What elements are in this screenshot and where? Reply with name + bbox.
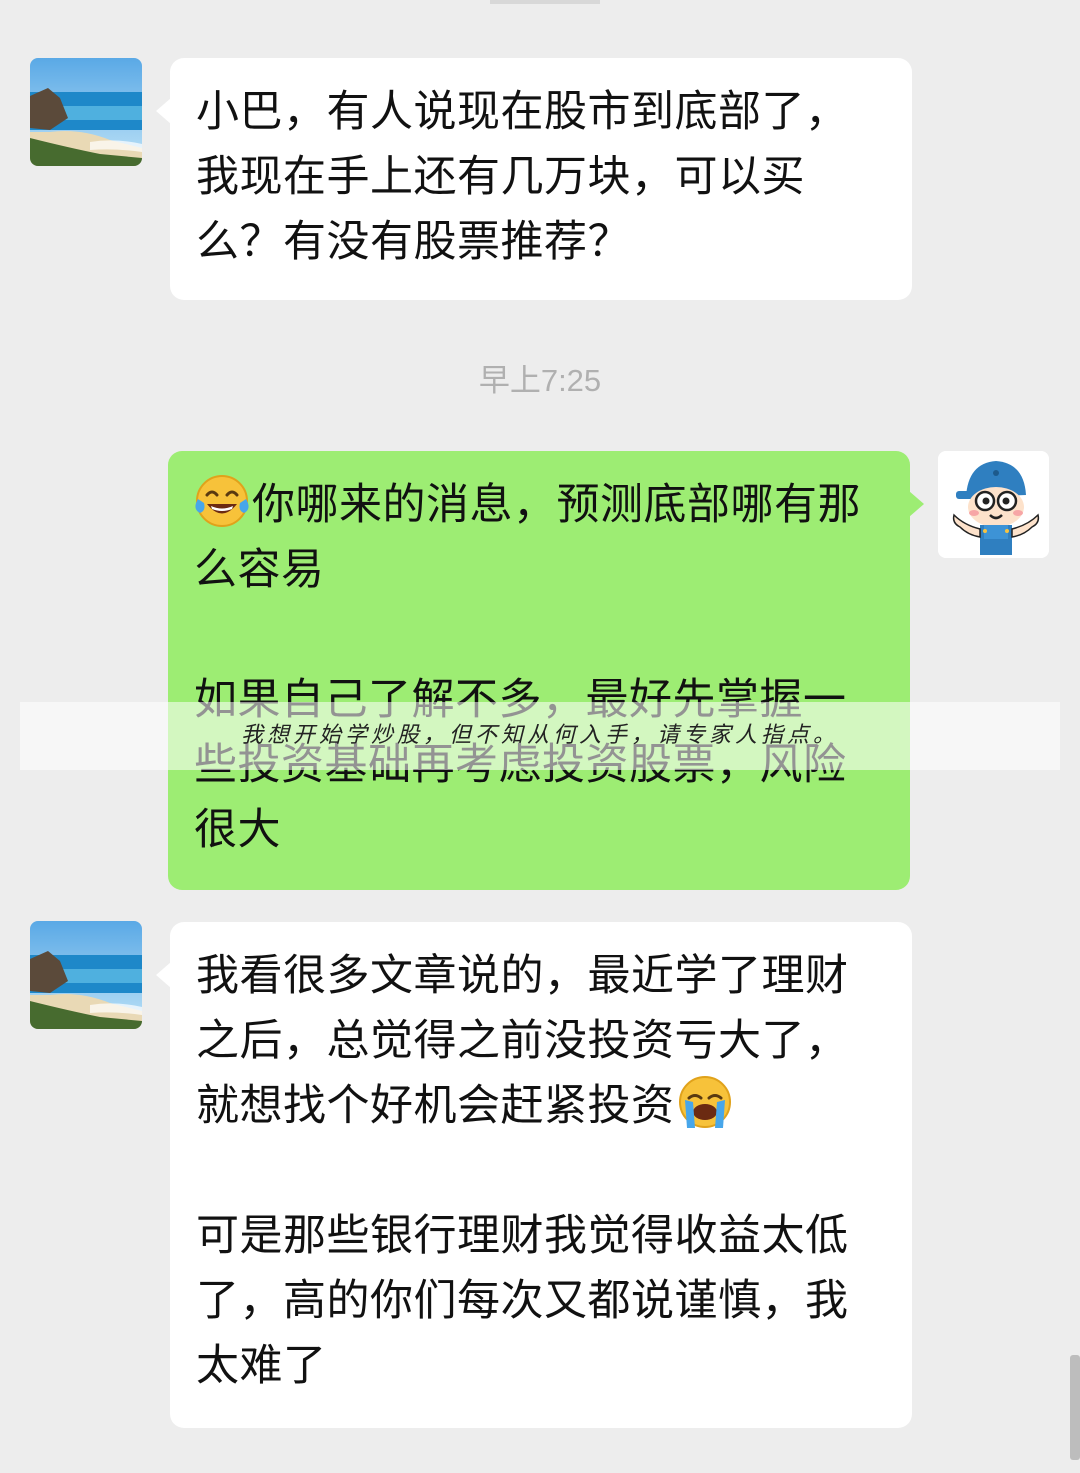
coastal-landscape-icon <box>30 921 142 1029</box>
message-paragraph: 你哪来的消息，预测底部哪有那么容易 <box>194 480 861 595</box>
bubble-tail <box>156 962 171 988</box>
scrollbar-thumb[interactable] <box>1070 1355 1080 1460</box>
user-avatar[interactable] <box>30 921 142 1029</box>
advisor-avatar[interactable] <box>938 451 1049 558</box>
bubble-tail <box>156 98 171 124</box>
cartoon-mascot-icon <box>938 451 1049 558</box>
tears-of-joy-emoji-icon <box>194 473 250 529</box>
chat-screen: 小巴，有人说现在股市到底部了，我现在手上还有几万块，可以买么？有没有股票推荐？ … <box>0 0 1080 1473</box>
message-paragraph: 可是那些银行理财我觉得收益太低了，高的你们每次又都说谨慎，我太难了 <box>196 1211 849 1391</box>
message-text: 我看很多文章说的，最近学了理财之后，总觉得之前没投资亏大了，就想找个好机会赶紧投… <box>196 944 886 1139</box>
coastal-landscape-icon <box>30 58 142 166</box>
bubble-tail <box>909 491 924 517</box>
loudly-crying-face-emoji-icon <box>677 1074 733 1130</box>
message-text: 小巴，有人说现在股市到底部了，我现在手上还有几万块，可以买么？有没有股票推荐？ <box>196 87 849 267</box>
message-paragraph: 我看很多文章说的，最近学了理财之后，总觉得之前没投资亏大了，就想找个好机会赶紧投… <box>196 951 849 1131</box>
status-bar-remnant <box>490 0 600 4</box>
message-bubble-incoming[interactable]: 小巴，有人说现在股市到底部了，我现在手上还有几万块，可以买么？有没有股票推荐？ <box>156 58 912 300</box>
overlay-caption: 我想开始学炒股，但不知从何入手，请专家人指点。 <box>20 702 1060 770</box>
message-text: 你哪来的消息，预测底部哪有那么容易 <box>194 473 884 603</box>
message-bubble-outgoing[interactable]: 你哪来的消息，预测底部哪有那么容易 如果自己了解不多，最好先掌握一些投资基础再考… <box>168 451 924 890</box>
message-bubble-incoming[interactable]: 我看很多文章说的，最近学了理财之后，总觉得之前没投资亏大了，就想找个好机会赶紧投… <box>156 922 912 1428</box>
message-timestamp: 早上7:25 <box>478 363 602 398</box>
user-avatar[interactable] <box>30 58 142 166</box>
